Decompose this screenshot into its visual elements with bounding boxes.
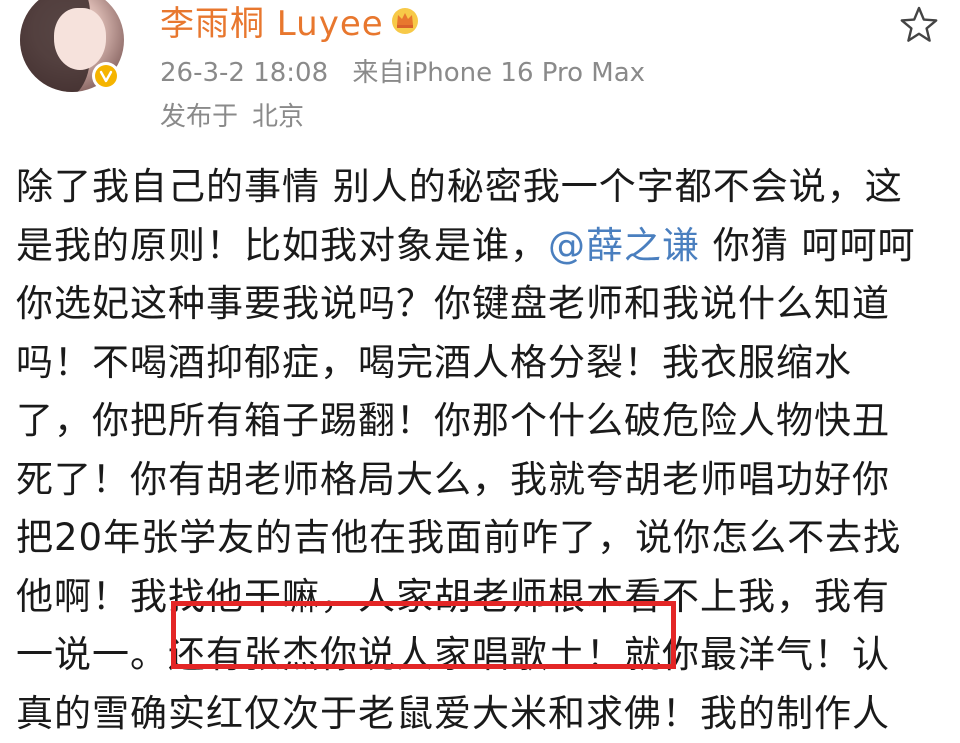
- post-line-4: 吗！不喝酒抑郁症，喝完酒人格分裂！我衣服缩水: [16, 334, 936, 393]
- post-line-9: 一说一。还有张杰你说人家唱歌土！就你最洋气！认: [16, 626, 936, 685]
- post-line-2-start: 是我的原则！比如我对象是谁，: [16, 224, 548, 267]
- post-line-10: 真的雪确实红仅次于老鼠爱大米和求佛！我的制作人: [16, 685, 936, 743]
- author-row: 李雨桐 Luyee: [160, 0, 420, 40]
- post-line-2-end: 你猜 呵呵呵: [700, 224, 916, 267]
- post-meta: 26-3-2 18:08 来自iPhone 16 Pro Max: [160, 52, 645, 89]
- post-location: 发布于北京: [160, 96, 304, 133]
- author-name[interactable]: 李雨桐 Luyee: [160, 0, 384, 45]
- post-body: 除了我自己的事情 别人的秘密我一个字都不会说，这 是我的原则！比如我对象是谁，@…: [16, 158, 936, 743]
- post-date: 26-3-2 18:08: [160, 58, 328, 88]
- crown-icon: [390, 5, 420, 35]
- verified-badge-icon: [92, 62, 120, 90]
- star-icon[interactable]: [898, 4, 940, 46]
- post-line-8: 他啊！我找他干嘛，人家胡老师根本看不上我，我有: [16, 568, 936, 627]
- post-source: 来自iPhone 16 Pro Max: [352, 58, 645, 88]
- location-label: 发布于: [160, 102, 238, 132]
- post-line-7: 把20年张学友的吉他在我面前咋了，说你怎么不去找: [16, 509, 936, 568]
- post-line-5: 了，你把所有箱子踢翻！你那个什么破危险人物快丑: [16, 392, 936, 451]
- post-line-6: 死了！你有胡老师格局大么，我就夸胡老师唱功好你: [16, 451, 936, 510]
- post-line-3: 你选妃这种事要我说吗？你键盘老师和我说什么知道: [16, 275, 936, 334]
- verified-v-icon: [99, 69, 113, 83]
- mention-link[interactable]: @薛之谦: [548, 224, 700, 267]
- post-line-2: 是我的原则！比如我对象是谁，@薛之谦 你猜 呵呵呵: [16, 217, 936, 276]
- location-city: 北京: [252, 102, 304, 132]
- avatar-face: [54, 8, 106, 70]
- post-line-1: 除了我自己的事情 别人的秘密我一个字都不会说，这: [16, 158, 936, 217]
